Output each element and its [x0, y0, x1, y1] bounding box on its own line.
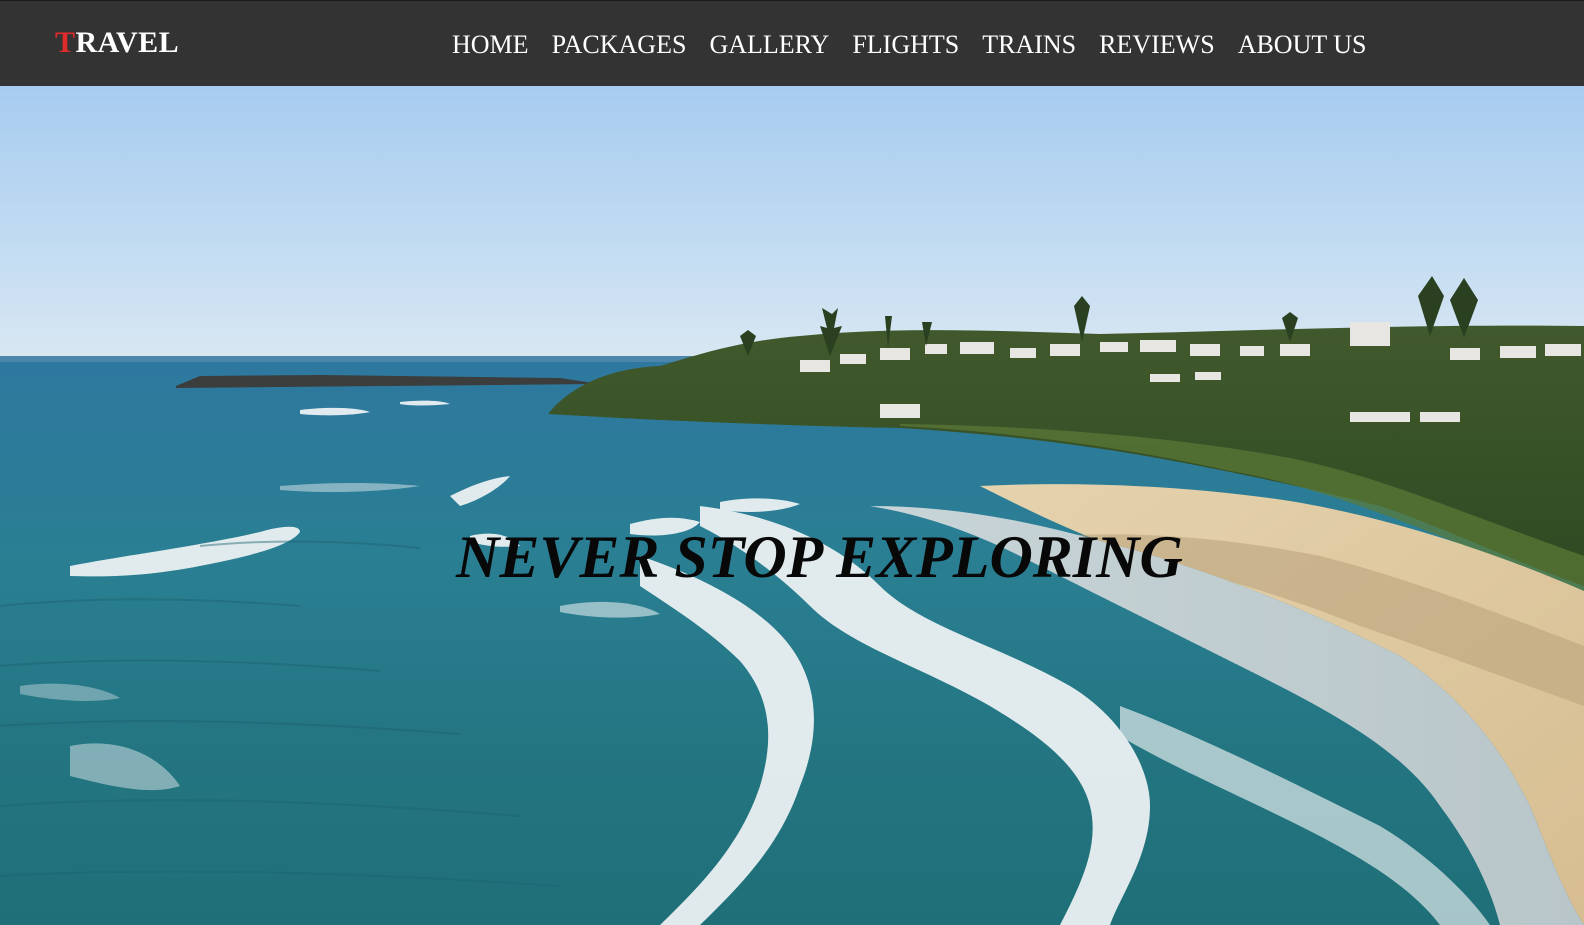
brand-logo-rest: RAVEL	[75, 26, 180, 59]
nav-link-reviews[interactable]: REVIEWS	[1099, 28, 1215, 62]
nav-link-packages[interactable]: PACKAGES	[552, 28, 687, 62]
brand-logo-first-letter: T	[55, 26, 76, 59]
hero-tagline: NEVER STOP EXPLORING	[456, 524, 1183, 590]
hero-section: NEVER STOP EXPLORING	[0, 86, 1584, 925]
brand-logo[interactable]: TRAVEL	[55, 26, 179, 60]
hero-background-image	[0, 86, 1584, 925]
nav-link-home[interactable]: HOME	[452, 28, 529, 62]
nav-link-gallery[interactable]: GALLERY	[709, 28, 829, 62]
nav-link-about-us[interactable]: ABOUT US	[1238, 28, 1367, 62]
nav-link-flights[interactable]: FLIGHTS	[852, 28, 959, 62]
top-navigation-bar: TRAVEL HOME PACKAGES GALLERY FLIGHTS TRA…	[0, 0, 1584, 86]
nav-link-trains[interactable]: TRAINS	[982, 28, 1076, 62]
main-menu: HOME PACKAGES GALLERY FLIGHTS TRAINS REV…	[452, 28, 1367, 62]
